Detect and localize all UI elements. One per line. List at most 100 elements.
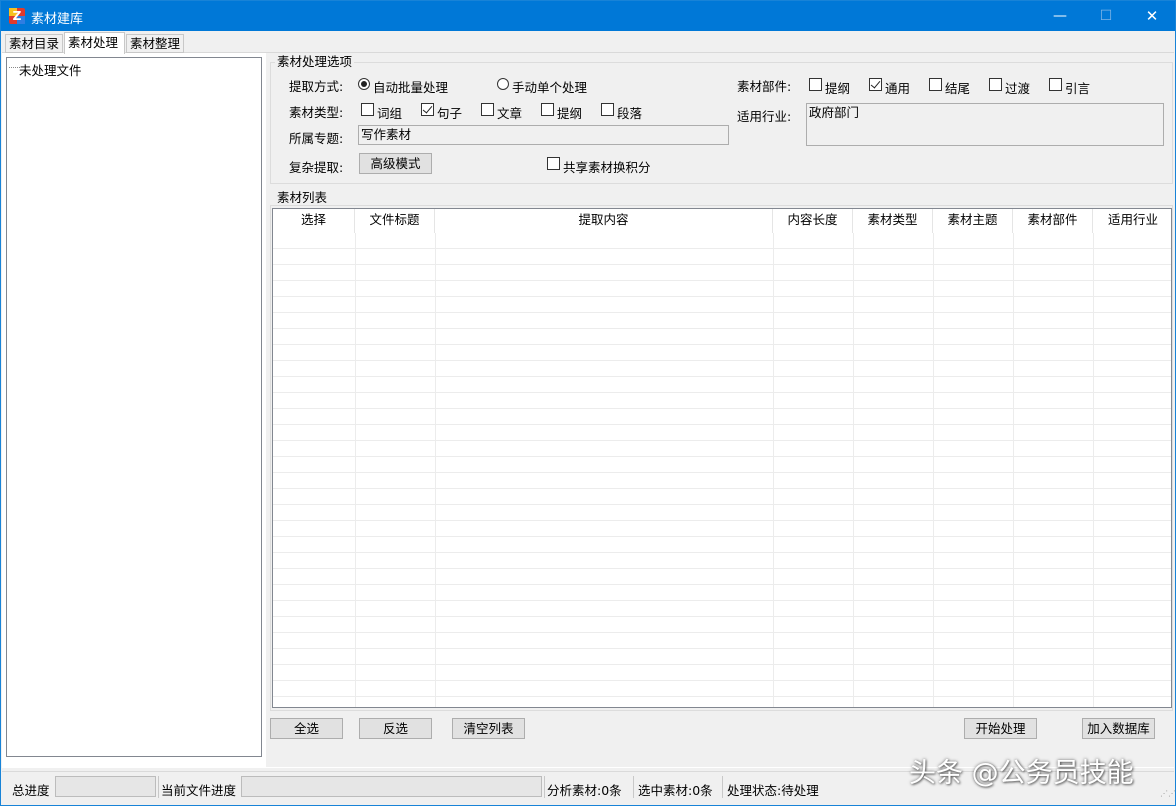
start-processing-button[interactable]: 开始处理	[964, 718, 1037, 739]
checkbox-part-outline[interactable]	[809, 78, 822, 91]
tab-material-organize[interactable]: 素材整理	[126, 34, 184, 53]
status-divider	[544, 776, 545, 798]
table-row[interactable]	[273, 569, 1171, 585]
checkbox-part-intro-label[interactable]: 引言	[1065, 78, 1090, 97]
table-row[interactable]	[273, 329, 1171, 345]
table-row[interactable]	[273, 281, 1171, 297]
table-row[interactable]	[273, 441, 1171, 457]
resize-grip-icon[interactable]: ⋰⋰	[1160, 790, 1176, 801]
topic-input[interactable]: 写作素材	[358, 125, 729, 145]
file-tree[interactable]: 未处理文件	[6, 57, 262, 757]
status-divider	[633, 776, 634, 798]
table-row[interactable]	[273, 377, 1171, 393]
checkbox-sentence-label[interactable]: 句子	[437, 103, 462, 122]
window-title: 素材建库	[31, 12, 84, 27]
radio-auto-batch-label[interactable]: 自动批量处理	[373, 77, 448, 96]
table-row[interactable]	[273, 505, 1171, 521]
checkbox-phrase[interactable]	[361, 103, 374, 116]
checkbox-share-points[interactable]	[547, 157, 560, 170]
table-row[interactable]	[273, 473, 1171, 489]
table-row[interactable]	[273, 233, 1171, 249]
checkbox-paragraph[interactable]	[601, 103, 614, 116]
table-row[interactable]	[273, 665, 1171, 681]
table-row[interactable]	[273, 297, 1171, 313]
extract-mode-label: 提取方式:	[289, 79, 344, 94]
checkbox-article[interactable]	[481, 103, 494, 116]
table-row[interactable]	[273, 649, 1171, 665]
tree-item-unprocessed-files[interactable]: 未处理文件	[19, 60, 82, 79]
checkbox-part-transition-label[interactable]: 过渡	[1005, 78, 1030, 97]
table-row[interactable]	[273, 553, 1171, 569]
tab-material-catalog[interactable]: 素材目录	[5, 34, 63, 53]
checkbox-part-transition[interactable]	[989, 78, 1002, 91]
watermark: 头条 @公务员技能	[909, 758, 1134, 789]
checkbox-part-general[interactable]	[869, 78, 882, 91]
table-row[interactable]	[273, 265, 1171, 281]
material-table[interactable]: 选择 文件标题 提取内容 内容长度 素材类型 素材主题 素材部件 适用行业	[272, 208, 1172, 708]
status-divider	[158, 776, 159, 798]
close-button[interactable]: ✕	[1129, 1, 1175, 31]
table-row[interactable]	[273, 697, 1171, 707]
checkbox-part-ending[interactable]	[929, 78, 942, 91]
selected-count: 选中素材:0条	[638, 783, 713, 798]
file-progress-bar	[241, 776, 542, 797]
column-header-extracted-content[interactable]: 提取内容	[435, 209, 773, 233]
checkbox-share-points-label[interactable]: 共享素材换积分	[563, 157, 651, 176]
industry-input[interactable]: 政府部门	[806, 103, 1164, 146]
topic-label: 所属专题:	[289, 131, 344, 146]
clear-list-button[interactable]: 清空列表	[452, 718, 525, 739]
column-header-material-type[interactable]: 素材类型	[853, 209, 933, 233]
table-row[interactable]	[273, 617, 1171, 633]
material-part-label: 素材部件:	[737, 79, 792, 94]
total-progress-bar	[55, 776, 156, 797]
table-row[interactable]	[273, 681, 1171, 697]
column-header-select[interactable]: 选择	[273, 209, 355, 233]
column-header-material-topic[interactable]: 素材主题	[933, 209, 1013, 233]
invert-selection-button[interactable]: 反选	[359, 718, 432, 739]
column-header-industry[interactable]: 适用行业	[1093, 209, 1171, 233]
radio-manual-single[interactable]	[497, 78, 509, 90]
table-row[interactable]	[273, 633, 1171, 649]
table-row[interactable]	[273, 345, 1171, 361]
table-row[interactable]	[273, 313, 1171, 329]
minimize-button[interactable]: —	[1037, 1, 1083, 31]
checkbox-paragraph-label[interactable]: 段落	[617, 103, 642, 122]
checkbox-outline-label[interactable]: 提纲	[557, 103, 582, 122]
checkbox-part-outline-label[interactable]: 提纲	[825, 78, 850, 97]
industry-label: 适用行业:	[737, 109, 792, 124]
options-group-title: 素材处理选项	[275, 54, 355, 69]
table-row[interactable]	[273, 425, 1171, 441]
checkbox-sentence[interactable]	[421, 103, 434, 116]
list-group-title: 素材列表	[275, 190, 330, 205]
checkbox-part-ending-label[interactable]: 结尾	[945, 78, 970, 97]
checkbox-phrase-label[interactable]: 词组	[377, 103, 402, 122]
tab-material-processing[interactable]: 素材处理	[64, 32, 125, 54]
checkbox-article-label[interactable]: 文章	[497, 103, 522, 122]
complex-extract-label: 复杂提取:	[289, 160, 344, 175]
status-divider	[722, 776, 723, 798]
table-row[interactable]	[273, 489, 1171, 505]
column-header-file-title[interactable]: 文件标题	[355, 209, 435, 233]
maximize-button[interactable]: ☐	[1083, 1, 1129, 31]
add-to-database-button[interactable]: 加入数据库	[1082, 718, 1155, 739]
app-logo-icon: Z	[9, 8, 25, 24]
table-row[interactable]	[273, 457, 1171, 473]
checkbox-outline[interactable]	[541, 103, 554, 116]
table-row[interactable]	[273, 601, 1171, 617]
table-row[interactable]	[273, 585, 1171, 601]
radio-auto-batch[interactable]	[358, 78, 370, 90]
column-header-content-length[interactable]: 内容长度	[773, 209, 853, 233]
checkbox-part-general-label[interactable]: 通用	[885, 78, 910, 97]
column-header-material-part[interactable]: 素材部件	[1013, 209, 1093, 233]
processing-state: 处理状态:待处理	[727, 783, 819, 798]
checkbox-part-intro[interactable]	[1049, 78, 1062, 91]
table-row[interactable]	[273, 521, 1171, 537]
advanced-mode-button[interactable]: 高级模式	[359, 153, 432, 174]
table-row[interactable]	[273, 393, 1171, 409]
table-row[interactable]	[273, 249, 1171, 265]
table-row[interactable]	[273, 361, 1171, 377]
select-all-button[interactable]: 全选	[270, 718, 343, 739]
table-row[interactable]	[273, 537, 1171, 553]
radio-manual-single-label[interactable]: 手动单个处理	[512, 77, 587, 96]
table-row[interactable]	[273, 409, 1171, 425]
